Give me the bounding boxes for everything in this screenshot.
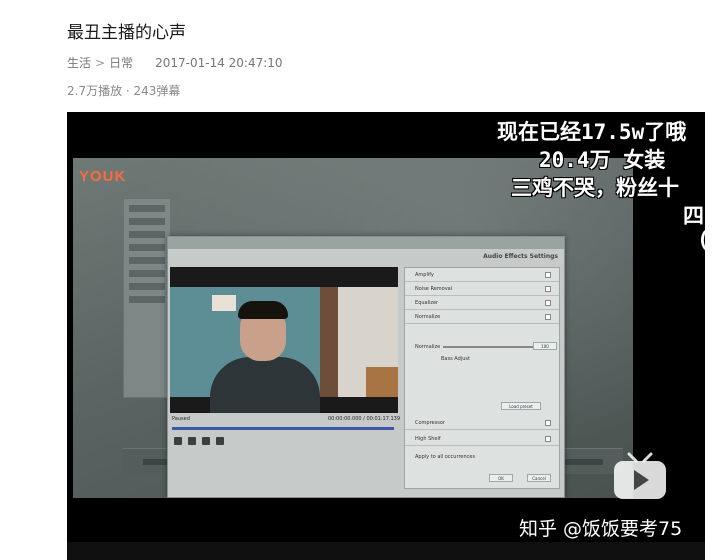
audio-effects-dialog: Audio Effects Settings Paused 00:00:00.0…: [167, 236, 565, 498]
effect-row: High Shelf: [405, 432, 559, 446]
seek-bar: [172, 427, 394, 430]
danmaku-comment: (: [697, 228, 705, 252]
danmaku-comment: 三鸡不哭，粉丝十: [511, 176, 679, 200]
danmaku-comment: 现在已经17.5w了哦: [497, 120, 687, 144]
ok-button: OK: [489, 474, 513, 482]
chevron-right-icon: >: [95, 55, 106, 70]
danmaku-comment: 四: [683, 204, 704, 228]
effect-param-label: Normalize: [415, 344, 441, 350]
effect-row: Amplify: [405, 268, 559, 282]
zhihu-watermark: 知乎 @饭饭要考75: [519, 518, 683, 540]
prev-icon: [202, 437, 210, 445]
effect-row: Compressor: [405, 416, 559, 430]
playback-status: Paused: [172, 416, 190, 422]
media-library-pane: [123, 198, 171, 398]
person-figure: [210, 357, 320, 413]
stop-icon: [188, 437, 196, 445]
video-player[interactable]: YOUK Audio Effects Settings Paused 00:00…: [67, 112, 705, 542]
play-button-icon[interactable]: [611, 452, 669, 502]
category-link[interactable]: 生活: [67, 54, 91, 71]
preview-video: [170, 267, 398, 413]
post-datetime: 2017-01-14 20:47:10: [155, 55, 283, 70]
timecode: 00:00:00.000 / 00:01:17.139: [328, 416, 401, 422]
danmaku-comment: 20.4万 女装: [539, 148, 666, 172]
effects-panel: Amplify Noise Removal Equalizer Normaliz…: [404, 267, 560, 489]
youku-logo: YOUK: [79, 168, 127, 185]
next-icon: [216, 437, 224, 445]
bass-adjust-option: Bass Adjust: [441, 356, 470, 362]
dialog-titlebar: [168, 237, 564, 249]
page-title: 最丑主播的心声: [67, 23, 186, 43]
effect-row: Noise Removal: [405, 282, 559, 296]
player-bottom-strip: [67, 542, 705, 560]
filmed-screen: YOUK Audio Effects Settings Paused 00:00…: [73, 158, 633, 498]
dialog-header: Audio Effects Settings: [483, 253, 558, 260]
transport-controls: [174, 437, 224, 445]
param-value: 100: [533, 342, 557, 350]
effect-row: Equalizer: [405, 296, 559, 310]
apply-all-option: Apply to all occurrences: [415, 454, 476, 460]
load-preset-button: Load preset: [501, 402, 541, 410]
play-stats: 2.7万播放 · 243弹幕: [67, 84, 181, 98]
post-meta: 生活 > 日常 2017-01-14 20:47:10: [67, 54, 283, 71]
cancel-button: Cancel: [527, 474, 551, 482]
effect-slider: [443, 346, 533, 348]
effect-row: Normalize: [405, 310, 559, 324]
subcategory-link[interactable]: 日常: [109, 54, 133, 71]
play-icon: [174, 437, 182, 445]
